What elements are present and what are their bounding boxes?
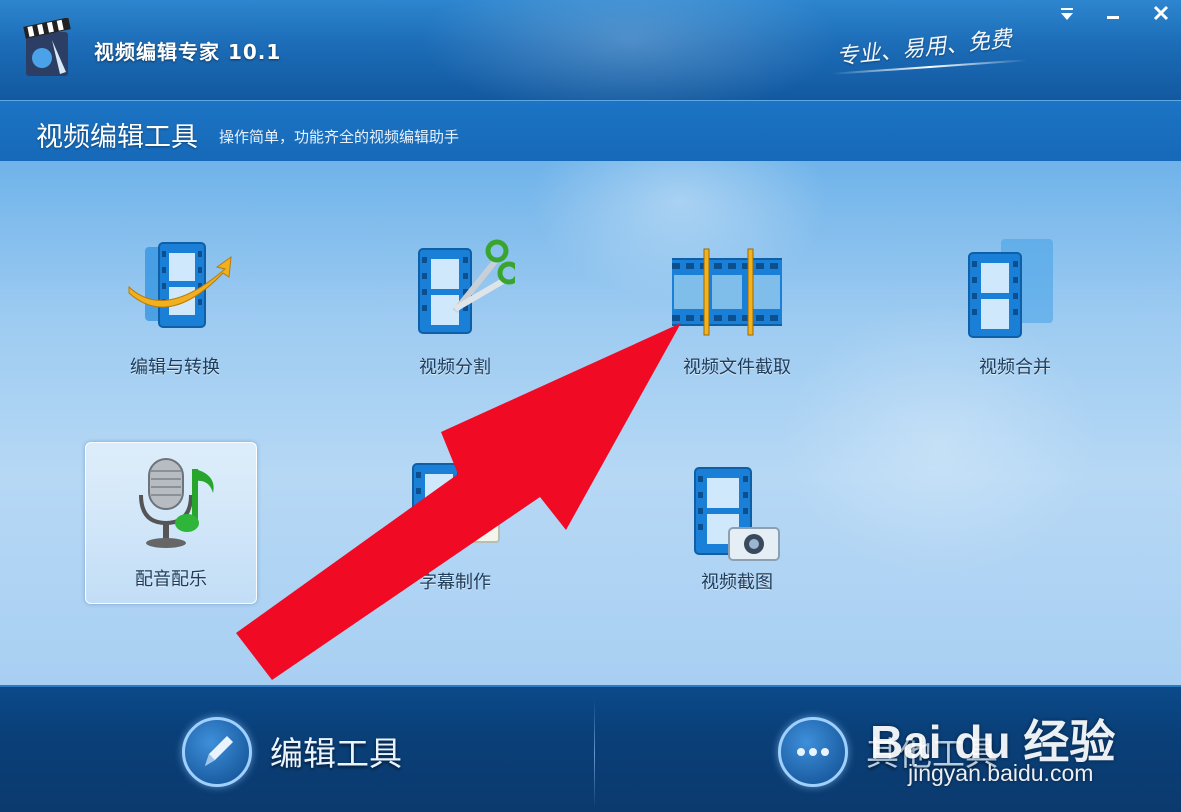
- bottom-divider: [594, 699, 595, 809]
- watermark-url: jingyan.baidu.com: [908, 760, 1094, 786]
- tab-label: 编辑工具: [270, 734, 402, 773]
- pencil-icon: [182, 717, 252, 787]
- more-dots-icon: [778, 717, 848, 787]
